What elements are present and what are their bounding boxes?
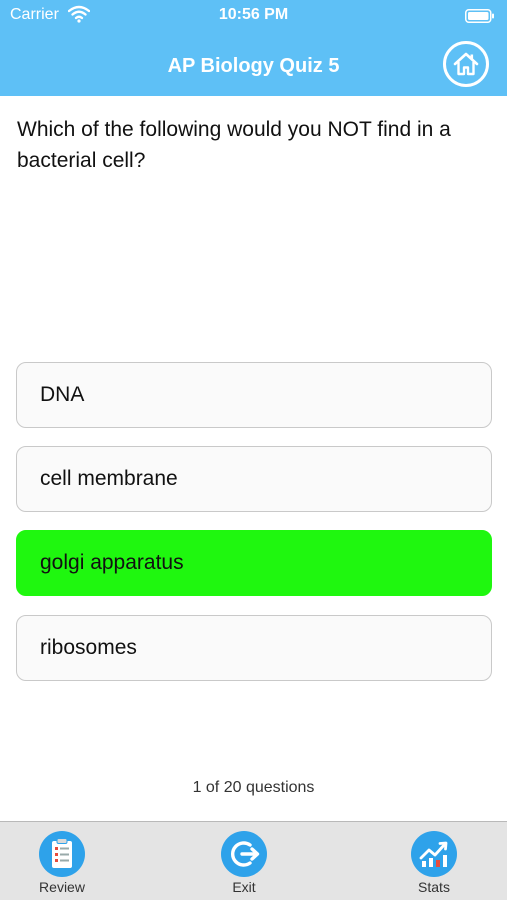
tab-review-label: Review (39, 879, 85, 895)
tab-exit[interactable]: Exit (199, 828, 289, 900)
tab-review[interactable]: Review (17, 828, 107, 900)
battery-icon (465, 9, 494, 23)
home-button[interactable] (443, 41, 489, 87)
answer-option-ribosomes[interactable]: ribosomes (16, 615, 492, 681)
tab-stats-label: Stats (418, 879, 450, 895)
question-text: Which of the following would you NOT fin… (17, 118, 451, 172)
answer-option-golgi-apparatus[interactable]: golgi apparatus (16, 530, 492, 596)
tab-bar: Review Exit Stats (0, 821, 507, 900)
status-bar: Carrier 10:56 PM (0, 0, 507, 32)
answer-option-cell-membrane[interactable]: cell membrane (16, 446, 492, 512)
header-bar: Carrier 10:56 PM AP Biology Quiz 5 (0, 0, 507, 96)
tab-stats[interactable]: Stats (389, 828, 479, 900)
chart-icon (411, 831, 457, 877)
question-progress: 1 of 20 questions (192, 779, 315, 796)
status-time: 10:56 PM (218, 6, 289, 23)
clipboard-icon (39, 831, 85, 877)
home-icon (453, 52, 479, 76)
exit-icon (221, 831, 267, 877)
page-title: AP Biology Quiz 5 (167, 55, 340, 77)
tab-exit-label: Exit (232, 879, 256, 895)
answer-option-dna[interactable]: DNA (16, 362, 492, 428)
